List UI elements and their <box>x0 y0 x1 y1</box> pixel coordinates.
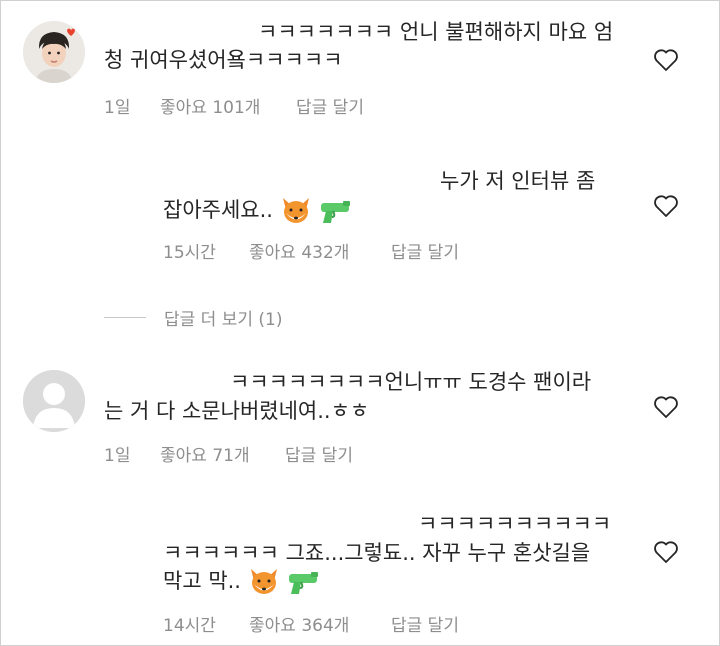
reply-button[interactable]: 답글 달기 <box>391 611 459 636</box>
reply-button[interactable]: 답글 달기 <box>285 441 353 466</box>
fox-emoji-icon <box>282 198 309 223</box>
heart-icon[interactable] <box>653 395 679 419</box>
heart-icon[interactable] <box>653 540 679 564</box>
comment-text-line: ㅋㅋㅋㅋㅋㅋㅋ 언니 불편해하지 마요 엄 <box>258 20 614 44</box>
comment-meta: 1일 좋아요 71개 답글 달기 <box>104 441 353 466</box>
like-count[interactable]: 좋아요 101개 <box>160 93 296 118</box>
view-more-label: 답글 더 보기 (1) <box>164 310 283 330</box>
comment-text-line: ㅋㅋㅋㅋㅋㅋㅋㅋ언니ㅠㅠ 도경수 팬이라 <box>230 370 592 394</box>
avatar[interactable] <box>23 370 85 432</box>
comment-meta: 1일 좋아요 101개 답글 달기 <box>104 93 364 118</box>
divider-line <box>104 317 146 318</box>
view-more-replies[interactable]: 답글 더 보기 (1) <box>104 305 283 330</box>
comment-text-line: ㅋㅋㅋㅋㅋㅋㅋㅋㅋㅋ <box>418 512 612 536</box>
profile-photo-icon <box>23 21 85 83</box>
comment-meta: 14시간 좋아요 364개 답글 달기 <box>163 611 459 636</box>
default-avatar-icon <box>23 370 85 432</box>
comment-text-line: 는 거 다 소문나버렸네여..ㅎㅎ <box>104 399 370 423</box>
avatar[interactable] <box>23 21 85 83</box>
comment-text: 막고 막.. <box>163 569 241 593</box>
fox-emoji-icon <box>250 569 277 594</box>
comment-time: 1일 <box>104 446 131 466</box>
comment-time: 14시간 <box>163 616 216 636</box>
like-count[interactable]: 좋아요 71개 <box>160 441 285 466</box>
water-pistol-icon <box>321 201 351 223</box>
heart-icon[interactable] <box>653 194 679 218</box>
like-count[interactable]: 좋아요 364개 <box>249 611 391 636</box>
reply-button[interactable]: 답글 달기 <box>391 238 459 263</box>
comment-time: 1일 <box>104 98 131 118</box>
heart-icon[interactable] <box>653 48 679 72</box>
comment-text-line: ㅋㅋㅋㅋㅋㅋ 그죠...그렇됴.. 자꾸 누구 혼삿길을 <box>163 541 591 565</box>
water-pistol-icon <box>289 572 319 594</box>
comment-text: 잡아주세요.. <box>163 198 273 222</box>
comment-text-line: 청 귀여우셨어욬ㅋㅋㅋㅋㅋ <box>104 48 343 72</box>
like-count[interactable]: 좋아요 432개 <box>249 238 391 263</box>
comment-time: 15시간 <box>163 243 216 263</box>
comment-text-line: 누가 저 인터뷰 좀 <box>440 169 596 193</box>
reply-button[interactable]: 답글 달기 <box>296 93 364 118</box>
comment-text-line: 막고 막.. <box>163 566 320 597</box>
comment-text-line: 잡아주세요.. <box>163 195 352 226</box>
comment-meta: 15시간 좋아요 432개 답글 달기 <box>163 238 459 263</box>
